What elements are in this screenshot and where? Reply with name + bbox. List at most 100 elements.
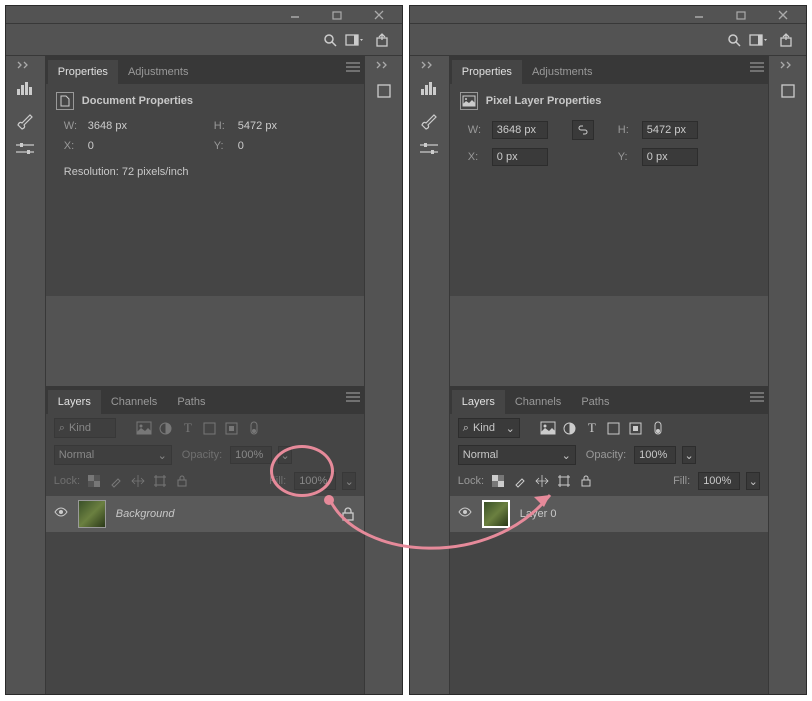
- window-maximize-button[interactable]: [726, 8, 756, 22]
- collapse-icon[interactable]: [17, 60, 33, 70]
- properties-title: Document Properties: [82, 95, 193, 107]
- lock-all-icon[interactable]: [174, 473, 190, 489]
- properties-section: Pixel Layer Properties W:3648 px H:5472 …: [450, 84, 768, 296]
- document-icon: [56, 92, 74, 110]
- lock-position-icon[interactable]: [534, 473, 550, 489]
- filter-adjustment-icon[interactable]: [158, 420, 174, 436]
- lock-artboard-icon[interactable]: [556, 473, 572, 489]
- fill-input[interactable]: 100%: [294, 472, 336, 490]
- opacity-chevron[interactable]: ⌄: [682, 446, 696, 464]
- tab-adjustments[interactable]: Adjustments: [522, 60, 603, 84]
- lock-transparency-icon[interactable]: [86, 473, 102, 489]
- histogram-icon[interactable]: [11, 78, 39, 100]
- fill-chevron[interactable]: ⌄: [342, 472, 356, 490]
- tab-layers[interactable]: Layers: [48, 390, 101, 414]
- layer-name[interactable]: Background: [116, 508, 332, 520]
- visibility-icon[interactable]: [458, 507, 472, 521]
- opacity-input[interactable]: 100%: [230, 446, 272, 464]
- opacity-label: Opacity:: [586, 449, 626, 461]
- height-input[interactable]: 5472 px: [642, 121, 698, 139]
- filter-shape-icon[interactable]: [606, 420, 622, 436]
- filter-type-icon[interactable]: T: [584, 420, 600, 436]
- tab-properties[interactable]: Properties: [48, 60, 118, 84]
- sliders-icon[interactable]: [415, 138, 443, 160]
- share-icon[interactable]: [374, 32, 390, 48]
- brush-icon[interactable]: [11, 108, 39, 130]
- lock-paint-icon[interactable]: [512, 473, 528, 489]
- filter-image-icon[interactable]: [136, 420, 152, 436]
- lock-icon[interactable]: [342, 507, 356, 521]
- panel-menu-icon[interactable]: [346, 392, 360, 405]
- filter-kind-select[interactable]: ⌕Kind⌄: [458, 418, 520, 438]
- panel-menu-icon[interactable]: [750, 62, 764, 75]
- fill-input[interactable]: 100%: [698, 472, 740, 490]
- y-label: Y:: [214, 140, 232, 152]
- chevron-down-icon: ⌄: [158, 449, 167, 462]
- histogram-icon[interactable]: [415, 78, 443, 100]
- x-input[interactable]: 0 px: [492, 148, 548, 166]
- artboard-icon[interactable]: [774, 80, 802, 102]
- width-input[interactable]: 3648 px: [492, 121, 548, 139]
- search-icon[interactable]: [322, 32, 338, 48]
- filter-toggle-icon[interactable]: [246, 420, 262, 436]
- visibility-icon[interactable]: [54, 507, 68, 521]
- y-input[interactable]: 0 px: [642, 148, 698, 166]
- opacity-chevron[interactable]: ⌄: [278, 446, 292, 464]
- layer-row[interactable]: Layer 0: [450, 496, 768, 532]
- share-icon[interactable]: [778, 32, 794, 48]
- tab-properties[interactable]: Properties: [452, 60, 522, 84]
- tab-paths[interactable]: Paths: [167, 390, 215, 414]
- window-close-button[interactable]: [364, 8, 394, 22]
- window-minimize-button[interactable]: [684, 8, 714, 22]
- blend-mode-select[interactable]: Normal⌄: [458, 445, 576, 465]
- filter-image-icon[interactable]: [540, 420, 556, 436]
- lock-all-icon[interactable]: [578, 473, 594, 489]
- layer-row[interactable]: Background: [46, 496, 364, 532]
- filter-kind-select[interactable]: ⌕Kind: [54, 418, 116, 438]
- left-icon-column: [6, 56, 46, 694]
- window-close-button[interactable]: [768, 8, 798, 22]
- width-label: W:: [468, 124, 486, 136]
- tab-layers[interactable]: Layers: [452, 390, 505, 414]
- fill-chevron[interactable]: ⌄: [746, 472, 760, 490]
- lock-transparency-icon[interactable]: [490, 473, 506, 489]
- filter-adjustment-icon[interactable]: [562, 420, 578, 436]
- search-icon[interactable]: [726, 32, 742, 48]
- tab-adjustments[interactable]: Adjustments: [118, 60, 199, 84]
- layers-tabbar: Layers Channels Paths: [450, 386, 768, 414]
- window-maximize-button[interactable]: [322, 8, 352, 22]
- collapse-icon[interactable]: [376, 60, 392, 70]
- height-label: H:: [214, 120, 232, 132]
- workspace-icon[interactable]: [348, 32, 364, 48]
- filter-smart-icon[interactable]: [224, 420, 240, 436]
- lock-position-icon[interactable]: [130, 473, 146, 489]
- filter-smart-icon[interactable]: [628, 420, 644, 436]
- lock-paint-icon[interactable]: [108, 473, 124, 489]
- filter-shape-icon[interactable]: [202, 420, 218, 436]
- collapse-icon[interactable]: [421, 60, 437, 70]
- panel-menu-icon[interactable]: [346, 62, 360, 75]
- collapse-icon[interactable]: [780, 60, 796, 70]
- opacity-input[interactable]: 100%: [634, 446, 676, 464]
- filter-toggle-icon[interactable]: [650, 420, 666, 436]
- brush-icon[interactable]: [415, 108, 443, 130]
- workspace-icon[interactable]: [752, 32, 768, 48]
- width-value: 3648 px: [88, 120, 127, 132]
- panel-menu-icon[interactable]: [750, 392, 764, 405]
- window-titlebar: [6, 6, 402, 24]
- blend-mode-select[interactable]: Normal⌄: [54, 445, 172, 465]
- tab-channels[interactable]: Channels: [101, 390, 167, 414]
- sliders-icon[interactable]: [11, 138, 39, 160]
- layer-thumbnail[interactable]: [78, 500, 106, 528]
- properties-title: Pixel Layer Properties: [486, 95, 602, 107]
- layer-thumbnail[interactable]: [482, 500, 510, 528]
- link-icon[interactable]: [572, 120, 594, 140]
- filter-type-icon[interactable]: T: [180, 420, 196, 436]
- tab-paths[interactable]: Paths: [571, 390, 619, 414]
- window-minimize-button[interactable]: [280, 8, 310, 22]
- layer-name[interactable]: Layer 0: [520, 508, 760, 520]
- y-label: Y:: [618, 151, 636, 163]
- lock-artboard-icon[interactable]: [152, 473, 168, 489]
- artboard-icon[interactable]: [370, 80, 398, 102]
- tab-channels[interactable]: Channels: [505, 390, 571, 414]
